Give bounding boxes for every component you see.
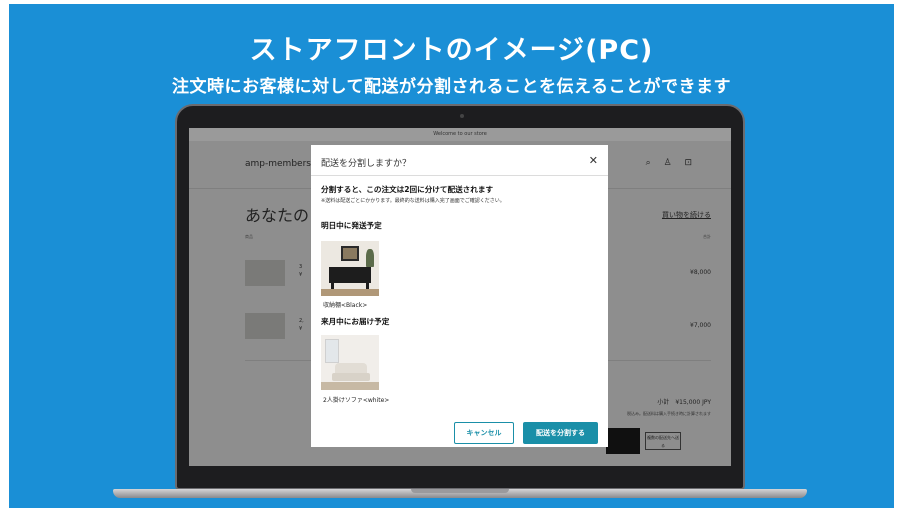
shipment-2-label: 来月中にお届け予定 bbox=[321, 317, 390, 326]
cart-item-price: ¥7,000 bbox=[690, 322, 711, 329]
cart-item-sub: ¥ bbox=[299, 326, 303, 332]
promo-frame: ストアフロントのイメージ(PC) 注文時にお客様に対して配送が分割されることを伝… bbox=[9, 4, 894, 508]
subtotal: 小計 ¥15,000 JPY bbox=[657, 399, 711, 406]
cart-title: あなたの bbox=[245, 206, 310, 225]
split-shipping-button[interactable]: 配送を分割する bbox=[523, 422, 598, 444]
modal-divider bbox=[311, 175, 608, 176]
store-brand[interactable]: amp-membersh bbox=[245, 159, 317, 169]
close-icon[interactable]: ✕ bbox=[589, 154, 598, 167]
column-product: 商品 bbox=[245, 234, 253, 239]
laptop-notch bbox=[411, 489, 509, 493]
cart-item-image bbox=[245, 313, 285, 339]
cabinet-image bbox=[321, 241, 379, 296]
shipment-1-item: 収納棚<Black> bbox=[323, 302, 368, 309]
promo-title: ストアフロントのイメージ(PC) bbox=[249, 35, 654, 66]
column-total: 合計 bbox=[703, 234, 711, 239]
cart-item-image bbox=[245, 260, 285, 286]
modal-note: ※送料は配送ごとにかかります。最終的な送料は購入完了画面でご確認ください。 bbox=[321, 198, 505, 204]
shipment-2-item: 2人掛けソファ<white> bbox=[323, 397, 390, 404]
announcement-bar: Welcome to our store bbox=[189, 128, 731, 141]
continue-shopping-link[interactable]: 買い物を続ける bbox=[662, 210, 711, 220]
modal-title: 配送を分割しますか？ bbox=[321, 159, 412, 169]
cart-item-price: ¥8,000 bbox=[690, 269, 711, 276]
split-shipping-modal: 配送を分割しますか？ ✕ 分割すると、この注文は2回に分けて配送されます ※送料… bbox=[311, 145, 608, 447]
sofa-image bbox=[321, 335, 379, 390]
camera-icon bbox=[460, 114, 464, 118]
promo-subtitle: 注文時にお客様に対して配送が分割されることを伝えることができます bbox=[172, 77, 731, 97]
cart-item-name: 2, bbox=[299, 318, 304, 324]
shipment-1-label: 明日中に発送予定 bbox=[321, 221, 382, 230]
checkout-button[interactable] bbox=[606, 428, 640, 454]
cart-item-name: 3 bbox=[299, 264, 303, 270]
laptop-lid: Welcome to our store amp-membersh ⌕ ♙ ⊡ … bbox=[175, 104, 745, 490]
multi-delivery-button[interactable]: 複数の配送先へ送る bbox=[645, 432, 681, 450]
cancel-button[interactable]: キャンセル bbox=[454, 422, 514, 444]
modal-lead-text: 分割すると、この注文は2回に分けて配送されます bbox=[321, 185, 494, 194]
laptop-screen: Welcome to our store amp-membersh ⌕ ♙ ⊡ … bbox=[189, 128, 731, 466]
cart-item-sub: ¥ bbox=[299, 272, 303, 278]
header-icons[interactable]: ⌕ ♙ ⊡ bbox=[646, 158, 697, 168]
tax-note: 税込み。配送料は購入手続き時に計算されます bbox=[627, 411, 711, 416]
